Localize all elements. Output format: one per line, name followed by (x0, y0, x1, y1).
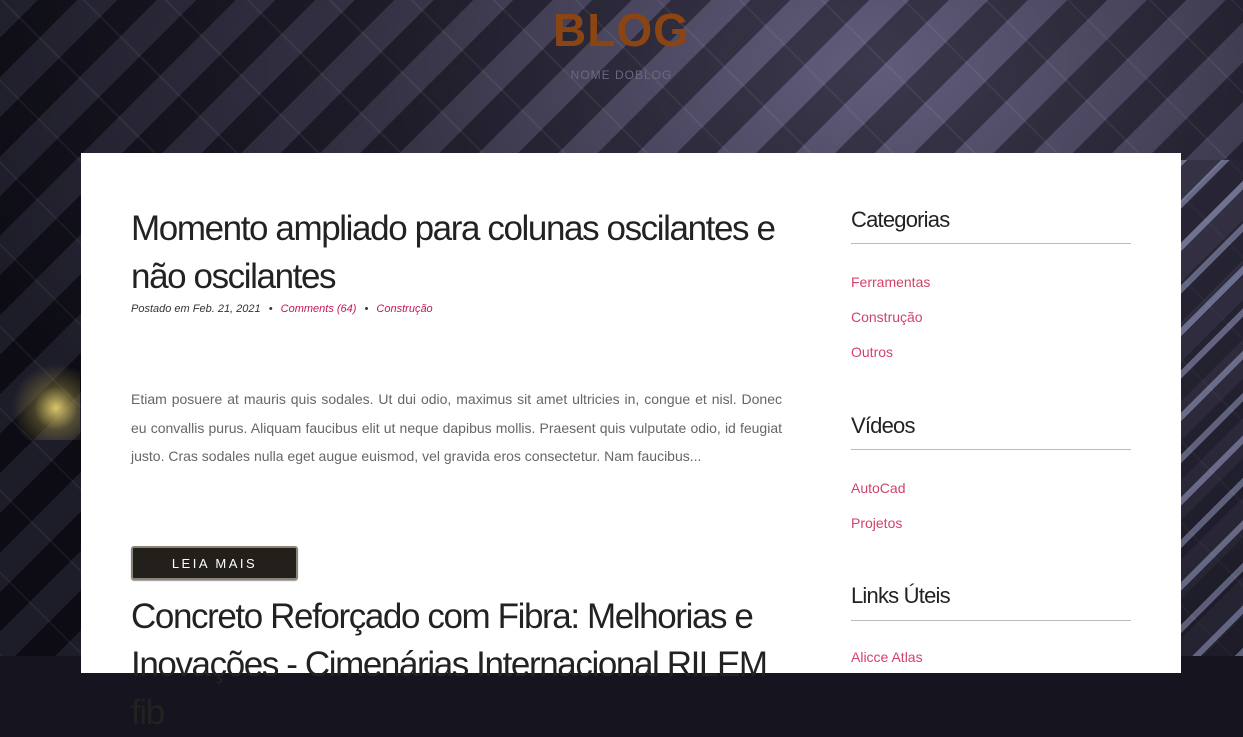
post-date: Postado em Feb. 21, 2021 (131, 303, 261, 315)
site-subtitle: NOME DOBLOG (570, 68, 673, 82)
background-light-spot (0, 360, 80, 440)
widget-divider (851, 620, 1131, 621)
post-title[interactable]: Concreto Reforçado com Fibra: Melhorias … (131, 593, 791, 737)
category-link-construcao[interactable]: Construção (851, 308, 923, 326)
widget-divider (851, 449, 1131, 450)
widget-title: Vídeos (851, 413, 916, 438)
video-link-projetos[interactable]: Projetos (851, 514, 902, 532)
post-comments-link[interactable]: Comments (64) (281, 303, 357, 315)
widget-title: Links Úteis (851, 583, 951, 608)
site-header: BLOG NOME DOBLOG (0, 0, 1243, 150)
meta-separator: • (364, 303, 369, 315)
post-excerpt: Etiam posuere at mauris quis sodales. Ut… (131, 391, 782, 465)
content-card: Momento ampliado para colunas oscilantes… (81, 153, 1181, 732)
post-title[interactable]: Momento ampliado para colunas oscilantes… (131, 205, 791, 301)
read-more-button[interactable]: LEIA MAIS (131, 546, 298, 580)
post-category-link[interactable]: Construção (376, 303, 432, 315)
category-link-outros[interactable]: Outros (851, 343, 893, 361)
meta-separator: • (268, 303, 273, 315)
widget-divider (851, 243, 1131, 244)
video-link-autocad[interactable]: AutoCad (851, 479, 905, 497)
post-meta: Postado em Feb. 21, 2021 • Comments (64)… (131, 303, 433, 315)
widget-title: Categorias (851, 207, 950, 232)
category-link-ferramentas[interactable]: Ferramentas (851, 273, 930, 291)
site-title[interactable]: BLOG (0, 2, 1243, 58)
useful-link[interactable]: Alicce Atlas (851, 648, 923, 666)
background-stripes (1181, 160, 1243, 656)
